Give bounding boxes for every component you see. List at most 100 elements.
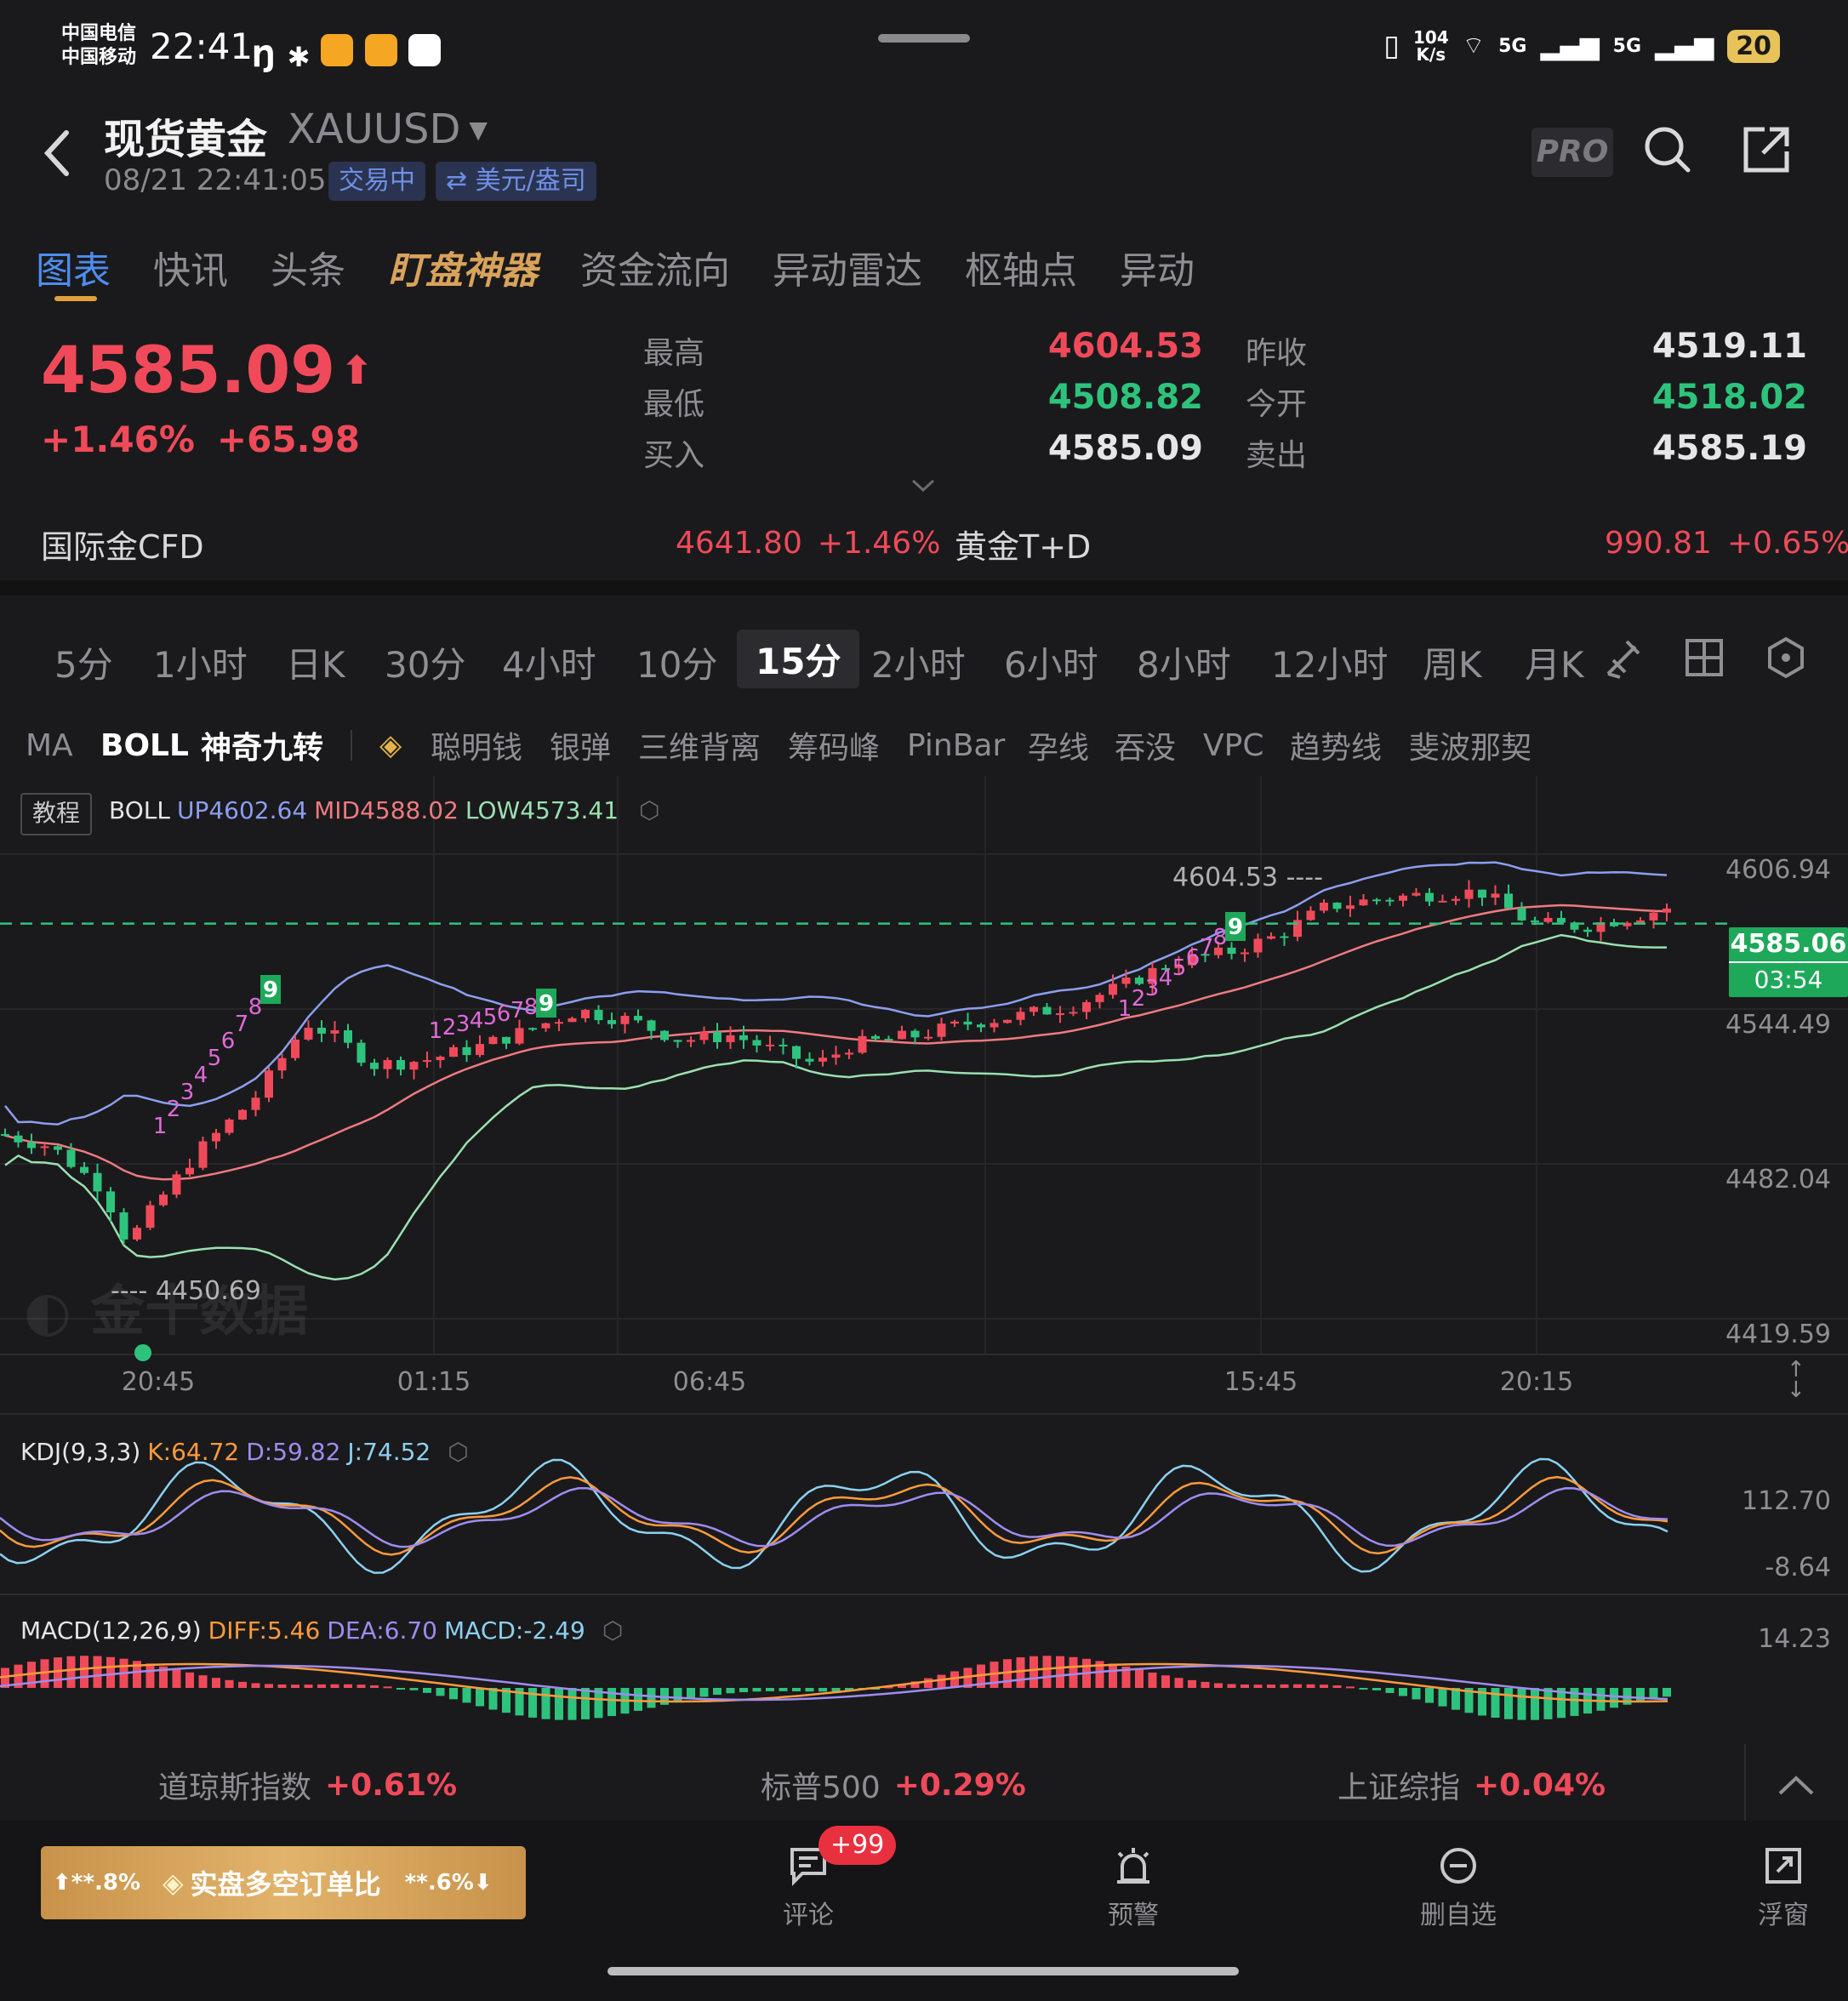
- indicator-boll[interactable]: BOLL: [100, 728, 189, 763]
- candle-body: [1504, 893, 1513, 909]
- nine-turn-label: 4: [470, 1008, 484, 1034]
- indicator-vpc[interactable]: VPC: [1203, 728, 1263, 763]
- macd-histogram-bar: [488, 1688, 498, 1710]
- macd-histogram-bar: [1543, 1688, 1553, 1719]
- macd-histogram-bar: [1320, 1685, 1328, 1688]
- scale-toggle-icon[interactable]: ↑ ↓: [1787, 1359, 1805, 1401]
- indicator-chip-peak[interactable]: 筹码峰: [788, 723, 880, 767]
- macd-histogram-bar: [1663, 1688, 1671, 1697]
- indicator-fibonacci[interactable]: 斐波那契: [1409, 723, 1531, 767]
- period-2h[interactable]: 2小时: [871, 636, 966, 688]
- candle-body: [383, 1059, 392, 1069]
- tab-flash[interactable]: 快讯: [153, 240, 228, 294]
- float-window-icon: [1765, 1848, 1801, 1884]
- settings-icon[interactable]: [1765, 636, 1807, 687]
- share-icon[interactable]: [1741, 124, 1792, 179]
- indicator-bar: MA BOLL 神奇九转 ◈ 聪明钱 银弹 三维背离 筹码峰 PinBar 孕线…: [0, 715, 1848, 776]
- kdj-j: J:74.52: [347, 1438, 431, 1466]
- long-short-ratio-button[interactable]: ⬆**.8% ◈ 实盘多空订单比 **.6%⬇: [41, 1846, 526, 1919]
- macd-histogram-bar: [1491, 1688, 1500, 1718]
- macd-histogram-bar: [1399, 1688, 1407, 1696]
- macd-histogram-bar: [924, 1678, 933, 1688]
- up-arrow-icon: ⬆: [340, 346, 374, 393]
- indicator-ma[interactable]: MA: [26, 728, 73, 763]
- candle-body: [1346, 905, 1355, 909]
- expand-chevron-icon[interactable]: [910, 478, 936, 497]
- boll-settings-icon[interactable]: ⬡: [639, 796, 659, 824]
- period-15m[interactable]: 15分: [737, 630, 860, 688]
- candlestick-chart[interactable]: 4606.94 4544.49 4482.04 4419.59 20:45 01:15 06…: [0, 776, 1848, 1737]
- indicator-pinbar[interactable]: PinBar: [907, 728, 1005, 763]
- indicator-smart-money[interactable]: 聪明钱: [431, 723, 522, 767]
- layout-grid-icon[interactable]: [1685, 638, 1724, 686]
- indicator-engulfing[interactable]: 吞没: [1115, 723, 1176, 767]
- kdj-settings-icon[interactable]: ⬡: [448, 1438, 468, 1466]
- tab-chart[interactable]: 图表: [36, 240, 111, 294]
- high-price-marker: 4604.53 ----: [1172, 863, 1323, 892]
- tab-anomaly-radar[interactable]: 异动雷达: [773, 240, 922, 294]
- period-6h[interactable]: 6小时: [1004, 636, 1098, 688]
- candle-body: [1491, 893, 1500, 898]
- related-cfd-label[interactable]: 国际金CFD: [41, 521, 204, 567]
- pro-button[interactable]: PRO: [1531, 128, 1613, 177]
- nav-remove-watchlist[interactable]: 删自选: [1399, 1844, 1518, 1931]
- nav-alert[interactable]: 预警: [1074, 1844, 1193, 1931]
- period-monthly[interactable]: 月K: [1525, 636, 1584, 688]
- home-indicator[interactable]: [607, 1967, 1239, 1975]
- indicator-trendline[interactable]: 趋势线: [1290, 723, 1382, 767]
- candle-body: [937, 1023, 946, 1037]
- draw-tool-icon[interactable]: [1601, 635, 1644, 689]
- page-title: 现货黄金: [104, 116, 268, 163]
- period-10m[interactable]: 10分: [636, 636, 717, 688]
- search-icon[interactable]: [1642, 124, 1693, 179]
- diamond-icon: ◈: [163, 1867, 184, 1899]
- nfc-icon: Ŋ: [252, 40, 277, 74]
- index-dow[interactable]: 道琼斯指数 +0.61%: [158, 1763, 457, 1807]
- unit-toggle[interactable]: ⇄ 美元/盎司: [436, 162, 596, 201]
- candle-body: [1069, 1012, 1078, 1014]
- back-button[interactable]: [41, 126, 75, 184]
- candle-body: [845, 1052, 853, 1055]
- candle-body: [488, 1036, 498, 1045]
- indicator-nine-turn[interactable]: 神奇九转: [201, 723, 323, 767]
- macd-histogram-bar: [739, 1688, 748, 1693]
- candle-body: [1267, 936, 1275, 939]
- candle-body: [251, 1097, 260, 1110]
- period-weekly[interactable]: 周K: [1423, 636, 1482, 688]
- candle-body: [990, 1023, 999, 1028]
- candle-body: [713, 1031, 722, 1043]
- period-8h[interactable]: 8小时: [1137, 636, 1231, 688]
- candle-body: [106, 1191, 115, 1213]
- nav-float-window[interactable]: 浮窗: [1724, 1844, 1843, 1931]
- signal-1-icon: 5G: [1498, 35, 1527, 57]
- macd-settings-icon[interactable]: ⬡: [602, 1616, 623, 1645]
- candle-body: [1003, 1019, 1012, 1023]
- period-daily[interactable]: 日K: [286, 636, 345, 688]
- tab-watch-tool[interactable]: 盯盘神器: [388, 240, 538, 294]
- candle-body: [1663, 908, 1671, 913]
- chevron-up-icon[interactable]: [1777, 1770, 1816, 1804]
- index-sp500[interactable]: 标普500 +0.29%: [761, 1763, 1026, 1807]
- period-1h[interactable]: 1小时: [153, 636, 248, 688]
- candle-body: [555, 1022, 563, 1024]
- macd-name: MACD(12,26,9): [20, 1616, 202, 1645]
- symbol-selector[interactable]: XAUUSD ▼: [288, 105, 488, 153]
- indicator-silver-bullet[interactable]: 银弹: [550, 723, 611, 767]
- drag-handle[interactable]: [878, 34, 970, 43]
- candle-body: [620, 1016, 630, 1024]
- tab-pivot[interactable]: 枢轴点: [965, 240, 1077, 294]
- indicator-divergence[interactable]: 三维背离: [638, 723, 761, 767]
- period-5m[interactable]: 5分: [54, 636, 113, 688]
- period-30m[interactable]: 30分: [385, 636, 465, 688]
- candle-body: [1464, 889, 1474, 899]
- indicator-harami[interactable]: 孕线: [1028, 723, 1089, 767]
- tab-anomaly[interactable]: 异动: [1120, 240, 1195, 294]
- period-4h[interactable]: 4小时: [502, 636, 596, 688]
- tab-headlines[interactable]: 头条: [271, 240, 345, 294]
- tutorial-button[interactable]: 教程: [20, 793, 93, 835]
- period-12h[interactable]: 12小时: [1271, 636, 1388, 688]
- tab-fund-flow[interactable]: 资金流向: [580, 240, 730, 294]
- index-shanghai[interactable]: 上证综指 +0.04%: [1338, 1763, 1606, 1807]
- related-td-label[interactable]: 黄金T+D: [955, 521, 1091, 567]
- candle-body: [528, 1028, 537, 1030]
